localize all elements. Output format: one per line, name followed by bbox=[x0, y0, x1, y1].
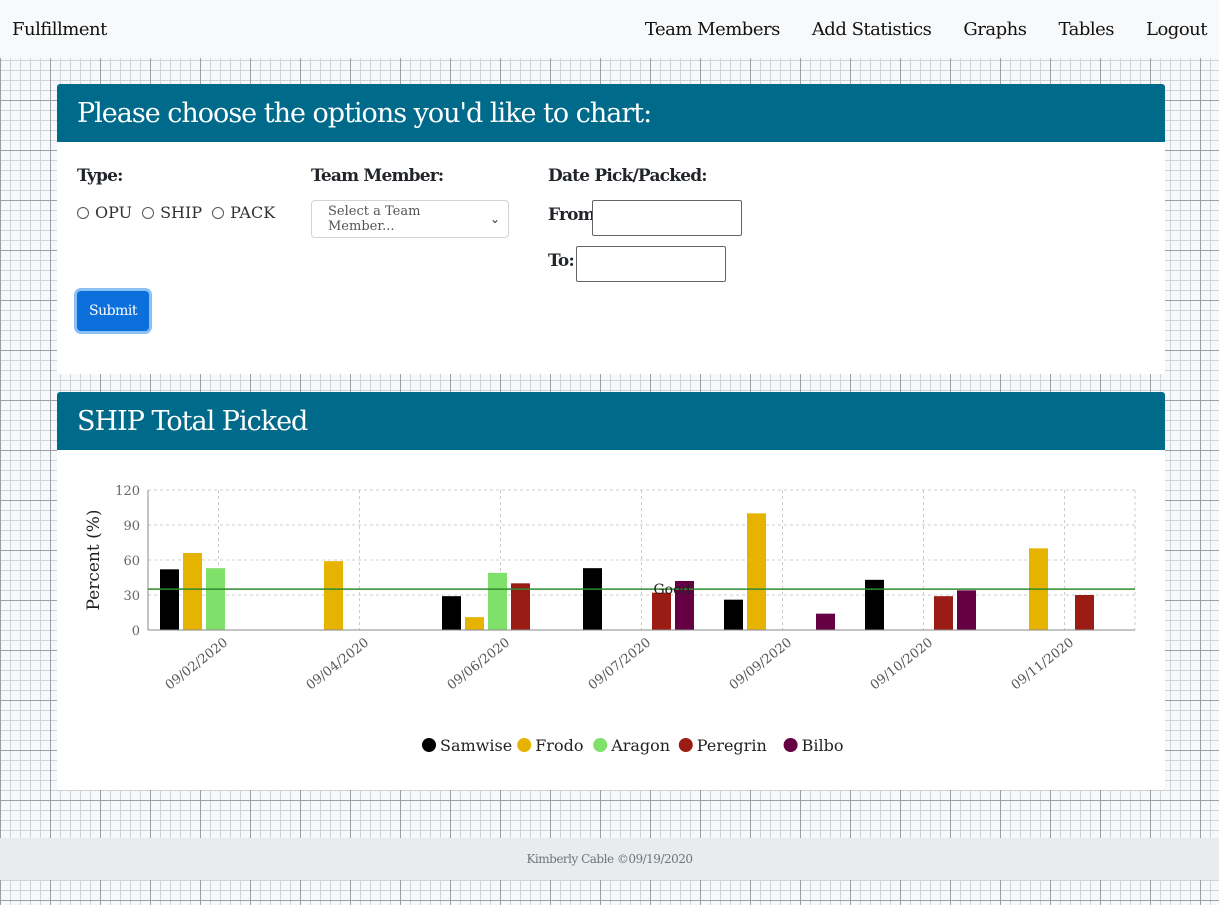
nav-logout[interactable]: Logout bbox=[1146, 19, 1207, 40]
options-card: Please choose the options you'd like to … bbox=[57, 84, 1165, 374]
bar-peregrin bbox=[1075, 595, 1094, 630]
bar-chart: 0 30 60 90 120 Percent (%) Good 09/02/2020 09/04… bbox=[84, 484, 1136, 755]
type-label: Type: bbox=[77, 166, 123, 186]
bar-peregrin bbox=[511, 583, 530, 630]
from-date-input[interactable] bbox=[592, 200, 742, 236]
legend-label-peregrin: Peregrin bbox=[697, 736, 767, 755]
nav-tables[interactable]: Tables bbox=[1059, 19, 1115, 40]
options-card-header: Please choose the options you'd like to … bbox=[57, 84, 1165, 142]
navbar: Fulfillment Team Members Add Statistics … bbox=[0, 0, 1219, 58]
x-tick-label: 09/11/2020 bbox=[1009, 635, 1077, 693]
bar-samwise bbox=[724, 599, 743, 630]
team-member-select[interactable]: Select a Team Member... ⌄ bbox=[311, 200, 509, 238]
bar-samwise bbox=[160, 569, 179, 630]
bar-frodo bbox=[465, 617, 484, 630]
x-tick-label: 09/02/2020 bbox=[163, 635, 231, 693]
to-date-input[interactable] bbox=[576, 246, 726, 282]
legend-marker-bilbo bbox=[783, 738, 798, 752]
legend-marker-frodo bbox=[517, 738, 532, 752]
bar-samwise bbox=[583, 568, 602, 630]
legend-marker-peregrin bbox=[678, 738, 693, 752]
footer-text: Kimberly Cable ©09/19/2020 bbox=[526, 852, 693, 866]
type-radio-group: OPU SHIP PACK bbox=[77, 203, 285, 222]
brand-link[interactable]: Fulfillment bbox=[12, 19, 107, 40]
bar-aragon bbox=[206, 568, 225, 630]
radio-ship-label: SHIP bbox=[160, 203, 203, 222]
legend-marker-samwise bbox=[422, 738, 436, 752]
y-axis-label: Percent (%) bbox=[84, 509, 104, 610]
y-tick-label: 90 bbox=[123, 519, 140, 534]
x-tick-label: 09/09/2020 bbox=[727, 635, 795, 693]
bar-peregrin bbox=[652, 592, 671, 630]
nav-graphs[interactable]: Graphs bbox=[963, 19, 1027, 40]
legend-label-frodo: Frodo bbox=[535, 736, 583, 755]
bar-samwise bbox=[442, 596, 461, 630]
radio-circle-icon[interactable] bbox=[212, 206, 225, 219]
radio-circle-icon[interactable] bbox=[142, 206, 155, 219]
chart-card-header: SHIP Total Picked bbox=[57, 392, 1165, 450]
x-tick-label: 09/04/2020 bbox=[304, 635, 372, 693]
legend-label-samwise: Samwise bbox=[440, 736, 512, 755]
to-label: To: bbox=[548, 251, 575, 271]
bar-samwise bbox=[865, 579, 884, 630]
chart-card: SHIP Total Picked 0 30 60 90 120 Percent (%) G… bbox=[57, 392, 1165, 790]
team-member-label: Team Member: bbox=[311, 166, 444, 186]
radio-opu-label: OPU bbox=[95, 203, 133, 222]
y-tick-label: 0 bbox=[132, 624, 140, 639]
radio-ship[interactable]: SHIP bbox=[142, 203, 202, 222]
footer: Kimberly Cable ©09/19/2020 bbox=[0, 838, 1219, 880]
team-member-select-value: Select a Team Member... bbox=[328, 204, 421, 234]
nav-links: Team Members Add Statistics Graphs Table… bbox=[613, 19, 1208, 40]
date-label: Date Pick/Packed: bbox=[548, 166, 708, 186]
radio-pack[interactable]: PACK bbox=[212, 203, 275, 222]
y-tick-label: 30 bbox=[123, 589, 140, 604]
chevron-down-icon: ⌄ bbox=[489, 212, 500, 226]
radio-opu[interactable]: OPU bbox=[77, 203, 132, 222]
radio-pack-label: PACK bbox=[230, 203, 276, 222]
y-tick-label: 120 bbox=[115, 484, 140, 499]
x-tick-label: 09/06/2020 bbox=[445, 635, 513, 693]
y-tick-label: 60 bbox=[123, 554, 140, 569]
legend-marker-aragon bbox=[593, 738, 608, 752]
submit-button[interactable]: Submit bbox=[77, 291, 149, 331]
x-tick-label: 09/10/2020 bbox=[868, 635, 936, 693]
bar-aragon bbox=[488, 572, 507, 630]
radio-circle-icon[interactable] bbox=[77, 206, 89, 219]
bar-frodo bbox=[747, 513, 766, 630]
reference-line-label: Good bbox=[654, 582, 691, 598]
nav-team-members[interactable]: Team Members bbox=[645, 19, 780, 40]
bar-frodo bbox=[324, 561, 343, 630]
nav-add-statistics[interactable]: Add Statistics bbox=[812, 19, 932, 40]
bar-peregrin bbox=[934, 596, 953, 630]
legend-label-bilbo: Bilbo bbox=[802, 736, 844, 755]
legend-label-aragon: Aragon bbox=[610, 736, 670, 755]
x-tick-label: 09/07/2020 bbox=[586, 635, 654, 693]
bar-bilbo bbox=[957, 590, 976, 630]
bar-bilbo bbox=[816, 613, 835, 630]
bar-frodo bbox=[183, 553, 202, 630]
